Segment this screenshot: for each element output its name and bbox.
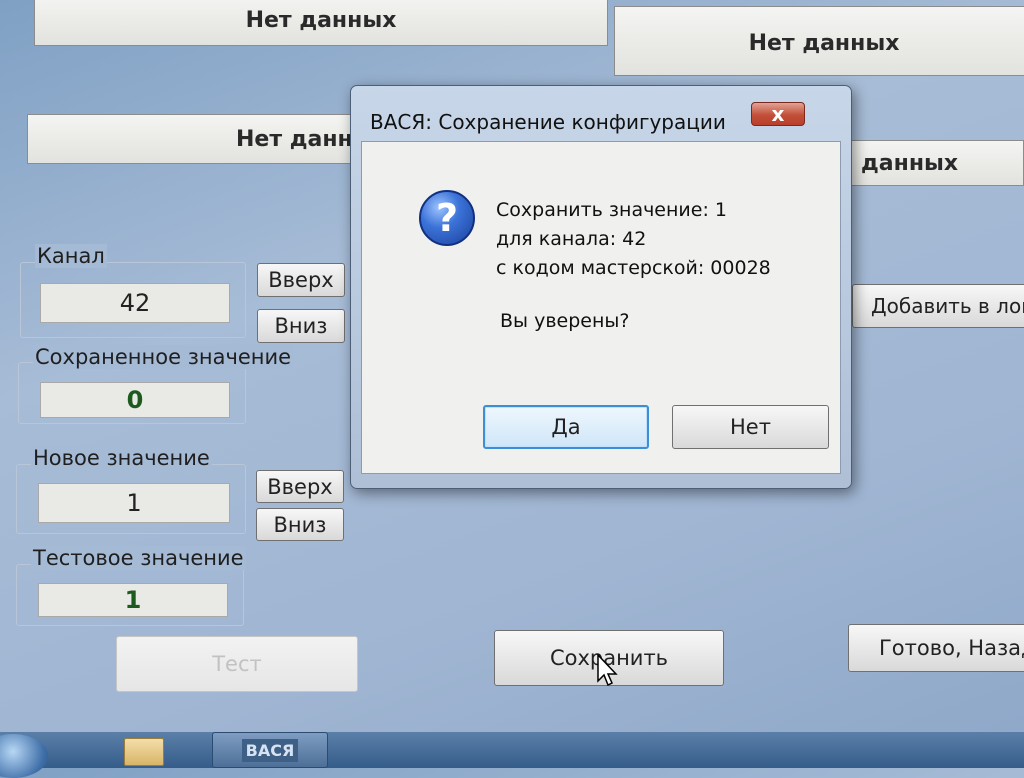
channel-down-button[interactable]: Вниз [257, 309, 345, 343]
start-button[interactable] [0, 734, 48, 778]
channel-label: Канал [35, 244, 107, 268]
status-panel-middle-right: данных [848, 140, 1024, 186]
taskbar-app-button[interactable]: ВАСЯ [212, 732, 328, 768]
status-text: Нет данных [236, 126, 366, 152]
save-config-dialog: ВАСЯ: Сохранение конфигурации x ? Сохран… [350, 85, 852, 489]
status-panel-top-left: Нет данных [34, 0, 608, 46]
new-value-down-button[interactable]: Вниз [256, 508, 344, 541]
status-panel-top-right: Нет данных [614, 6, 1024, 76]
yes-button[interactable]: Да [483, 405, 649, 449]
folder-icon[interactable] [124, 738, 164, 766]
taskbar-app-label: ВАСЯ [241, 738, 299, 762]
saved-value-field: 0 [40, 382, 230, 418]
saved-value-label: Сохраненное значение [33, 345, 294, 369]
new-value-field[interactable]: 1 [38, 483, 230, 523]
close-button[interactable]: x [751, 102, 805, 126]
no-button[interactable]: Нет [672, 405, 829, 449]
confirm-question: Вы уверены? [500, 310, 630, 332]
channel-up-button[interactable]: Вверх [257, 263, 345, 297]
message-line-3: с кодом мастерской: 00028 [496, 257, 771, 279]
question-icon: ? [419, 190, 475, 246]
close-icon: x [771, 102, 785, 126]
status-text: данных [861, 150, 959, 176]
test-button[interactable]: Тест [116, 636, 358, 692]
status-text: Нет данных [245, 7, 397, 33]
new-value-label: Новое значение [31, 446, 212, 470]
message-line-1: Сохранить значение: 1 [496, 199, 727, 221]
done-back-button[interactable]: Готово, Назад [848, 624, 1024, 672]
new-value-up-button[interactable]: Вверх [256, 470, 344, 503]
dialog-content: ? Сохранить значение: 1 для канала: 42 с… [361, 141, 841, 474]
test-value-label: Тестовое значение [31, 546, 246, 570]
taskbar: ВАСЯ [0, 732, 1024, 778]
status-panel-middle-left: Нет данных [27, 114, 367, 164]
dialog-title: ВАСЯ: Сохранение конфигурации [370, 110, 726, 134]
status-text: Нет данных [748, 30, 900, 56]
add-to-log-button[interactable]: Добавить в лог [852, 284, 1024, 328]
mouse-cursor-icon [597, 654, 618, 687]
channel-field[interactable]: 42 [40, 283, 230, 323]
message-line-2: для канала: 42 [496, 228, 647, 250]
test-value-field: 1 [38, 583, 228, 617]
